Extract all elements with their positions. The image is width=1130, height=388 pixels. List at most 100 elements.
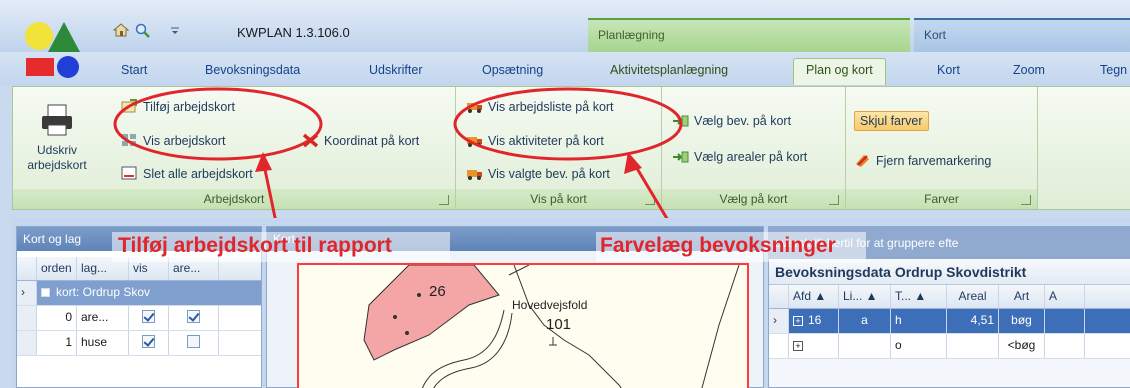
layer-group-label: kort: Ordrup Skov	[37, 281, 237, 305]
customize-qat-icon[interactable]	[170, 25, 180, 39]
cell-a	[1045, 334, 1085, 358]
vis-label: Vis arbejdskort	[143, 133, 226, 148]
table-row[interactable]: 1 huse	[17, 331, 261, 356]
vis-valgte-bev-button[interactable]: Vis valgte bev. på kort	[466, 166, 610, 181]
col-orden[interactable]: orden	[37, 257, 77, 280]
col-li[interactable]: Li... ▲	[839, 285, 891, 308]
col-a[interactable]: A	[1045, 285, 1085, 308]
expand-icon[interactable]: +	[793, 316, 803, 326]
tab-tegn[interactable]: Tegn	[1100, 63, 1127, 77]
row-indicator	[17, 306, 37, 330]
cell-art: <bøg	[999, 334, 1045, 358]
udskriv-arbejdskort-button[interactable]: Udskriv arbejdskort	[17, 103, 97, 173]
valgte-label: Vis valgte bev. på kort	[488, 166, 610, 181]
vaelg-bev-button[interactable]: Vælg bev. på kort	[672, 113, 791, 128]
aktiviteter-label: Vis aktiviteter på kort	[488, 133, 604, 148]
map-drawing: 26 Hovedvejsfold 101	[363, 265, 740, 388]
are-checkbox[interactable]	[187, 335, 200, 348]
cell-art: bøg	[999, 309, 1045, 333]
layer-group-row[interactable]: › kort: Ordrup Skov	[17, 281, 261, 306]
search-icon[interactable]	[134, 22, 152, 41]
fjern-farvemarkering-button[interactable]: Fjern farvemarkering	[854, 153, 991, 168]
tab-zoom[interactable]: Zoom	[1013, 63, 1045, 77]
tilfoj-arbejdskort-button[interactable]: Tilføj arbejdskort	[121, 99, 235, 114]
collapse-icon[interactable]	[41, 288, 50, 298]
cell-areal	[947, 334, 999, 358]
truck-icon	[466, 166, 483, 181]
koordinat-label: Koordinat på kort	[324, 133, 420, 148]
title-bar: KWPLAN 1.3.106.0 Planlægning Kort	[0, 0, 1130, 52]
vis-checkbox[interactable]	[142, 310, 155, 323]
group-arbejdskort: Udskriv arbejdskort Tilføj arbejdskort V…	[13, 87, 456, 209]
col-afd[interactable]: Afd ▲	[789, 285, 839, 308]
row-indicator-header	[769, 285, 789, 308]
app-logo[interactable]	[22, 18, 84, 82]
select-arrow-icon	[672, 149, 689, 164]
fjern-label: Fjern farvemarkering	[876, 153, 992, 168]
annotation-text-right: Farvelæg bevoksninger	[600, 234, 836, 257]
cell-lag: huse	[77, 331, 129, 355]
home-icon[interactable]	[112, 22, 130, 41]
afd-value: 16	[808, 313, 822, 327]
cell-are	[169, 306, 219, 330]
vaelg-arealer-label: Vælg arealer på kort	[694, 149, 808, 164]
cell-li	[839, 334, 891, 358]
row-indicator	[769, 334, 789, 358]
tilfoj-label: Tilføj arbejdskort	[143, 99, 235, 114]
dialog-launcher-icon[interactable]	[829, 195, 839, 205]
tab-udskrifter[interactable]: Udskrifter	[369, 63, 422, 77]
tab-start[interactable]: Start	[121, 63, 147, 77]
map-place-label: Hovedvejsfold	[512, 298, 587, 312]
col-art[interactable]: Art	[999, 285, 1045, 308]
col-t[interactable]: T... ▲	[891, 285, 947, 308]
koordinat-paa-kort-button[interactable]: Koordinat på kort	[302, 133, 419, 148]
red-x-icon	[302, 133, 319, 148]
context-tab-group-planlaegning: Planlægning	[588, 18, 910, 52]
vaelg-arealer-button[interactable]: Vælg arealer på kort	[672, 149, 807, 164]
cell-lag: are...	[77, 306, 129, 330]
row-indicator-header	[17, 257, 37, 280]
grid-icon	[121, 133, 138, 148]
col-areal[interactable]: Areal	[947, 285, 999, 308]
tab-plan-og-kort[interactable]: Plan og kort	[793, 58, 886, 85]
quick-access-toolbar	[112, 22, 180, 41]
vis-aktiviteter-button[interactable]: Vis aktiviteter på kort	[466, 133, 604, 148]
vis-arbejdsliste-button[interactable]: Vis arbejdsliste på kort	[466, 99, 614, 114]
dialog-launcher-icon[interactable]	[1021, 195, 1031, 205]
row-pointer-icon: ›	[769, 309, 789, 333]
tab-aktivitetsplanlaegning[interactable]: Aktivitetsplanlægning	[610, 63, 728, 77]
add-card-icon	[121, 99, 138, 114]
vis-arbejdskort-button[interactable]: Vis arbejdskort	[121, 133, 225, 148]
tab-opsaetning[interactable]: Opsætning	[482, 63, 543, 77]
truck-icon	[466, 133, 483, 148]
vis-checkbox[interactable]	[142, 335, 155, 348]
are-checkbox[interactable]	[187, 310, 200, 323]
tab-bevoksningsdata[interactable]: Bevoksningsdata	[205, 63, 300, 77]
ribbon: Udskriv arbejdskort Tilføj arbejdskort V…	[12, 86, 1130, 210]
table-row[interactable]: › +16 a h 4,51 bøg	[769, 309, 1130, 334]
cell-vis	[129, 331, 169, 355]
cell-vis	[129, 306, 169, 330]
group-vis-paa-kort: Vis arbejdsliste på kort Vis aktiviteter…	[456, 87, 662, 209]
cell-orden: 0	[37, 306, 77, 330]
dialog-launcher-icon[interactable]	[645, 195, 655, 205]
row-indicator	[17, 331, 37, 355]
group-label-vaelg-paa-kort: Vælg på kort	[662, 189, 845, 209]
dialog-launcher-icon[interactable]	[439, 195, 449, 205]
udskriv-label: Udskriv	[36, 143, 77, 157]
eraser-icon	[854, 153, 871, 168]
expand-icon[interactable]: +	[793, 341, 803, 351]
map-canvas[interactable]: 26 Hovedvejsfold 101	[297, 263, 749, 388]
table-row[interactable]: + o <bøg	[769, 334, 1130, 359]
cell-t: h	[891, 309, 947, 333]
select-arrow-icon	[672, 113, 689, 128]
map-label-26: 26	[429, 283, 446, 300]
slet-label: Slet alle arbejdskort	[143, 166, 253, 181]
table-row[interactable]: 0 are...	[17, 306, 261, 331]
annotation-text-left: Tilføj arbejdskort til rapport	[118, 234, 392, 257]
clear-list-icon	[121, 166, 138, 181]
cell-orden: 1	[37, 331, 77, 355]
skjul-farver-button[interactable]: Skjul farver	[854, 111, 929, 131]
tab-kort[interactable]: Kort	[937, 63, 960, 77]
slet-arbejdskort-button[interactable]: Slet alle arbejdskort	[121, 166, 253, 181]
